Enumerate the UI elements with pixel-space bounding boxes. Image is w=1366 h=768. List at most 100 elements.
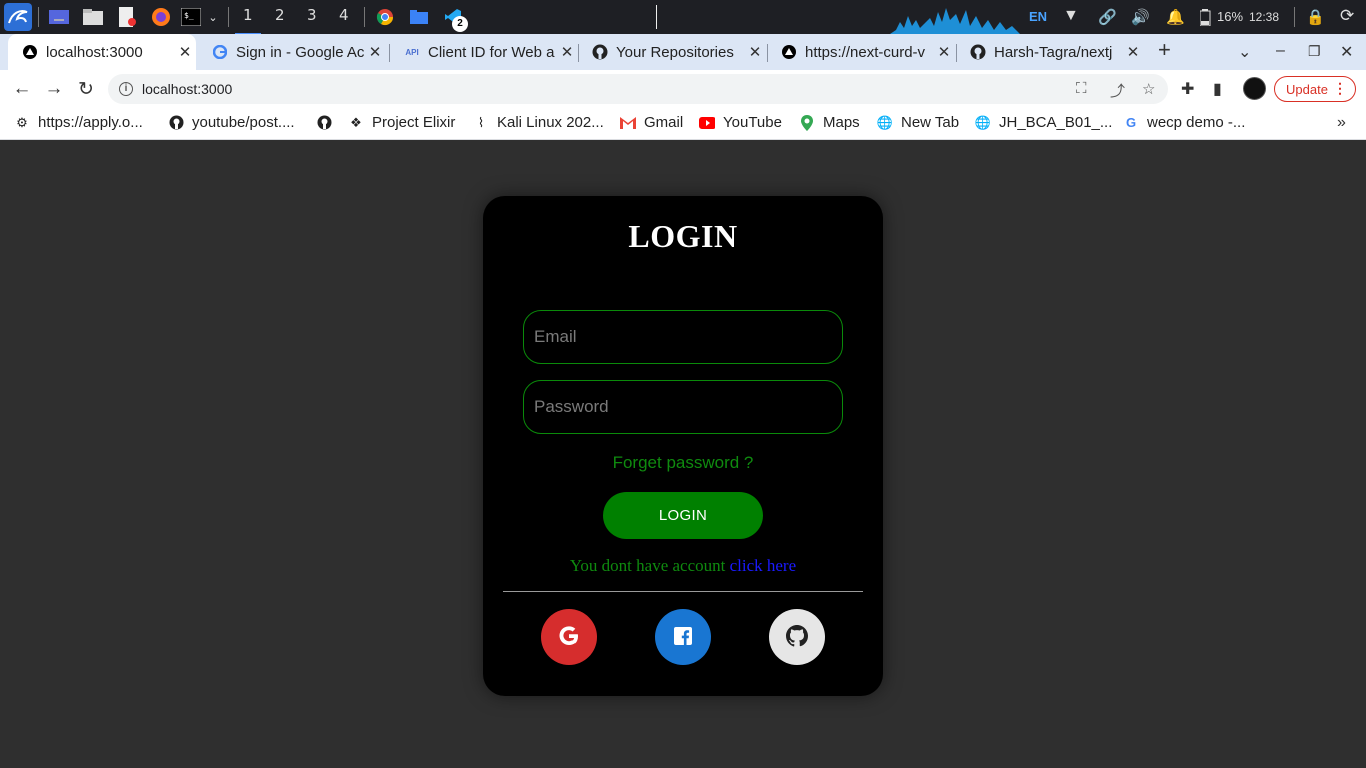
tab-localhost[interactable]: localhost:3000 ✕ xyxy=(8,34,196,70)
site-info-icon[interactable]: i xyxy=(119,82,133,96)
bell-icon[interactable]: 🔔 xyxy=(1166,8,1185,26)
divider xyxy=(503,591,863,592)
bookmark-item[interactable]: 🌐 New Tab xyxy=(877,114,959,131)
tab-harsh-tagra-repo[interactable]: Harsh-Tagra/nextj ✕ xyxy=(956,34,1144,70)
folder-taskbar-icon[interactable] xyxy=(408,5,430,29)
tab-title: Harsh-Tagra/nextj xyxy=(994,43,1113,61)
keyboard-language[interactable]: EN xyxy=(1029,9,1047,24)
tab-client-id[interactable]: API Client ID for Web a ✕ xyxy=(390,34,578,70)
reload-button[interactable]: ↻ xyxy=(74,78,98,100)
kali-icon: ⌇ xyxy=(477,114,485,130)
google-login-button[interactable] xyxy=(541,609,597,665)
kali-menu-icon[interactable] xyxy=(4,3,32,31)
workspace-1[interactable]: 1 xyxy=(235,6,260,35)
power-icon[interactable]: ⟳ xyxy=(1340,6,1354,26)
close-icon[interactable]: ✕ xyxy=(933,43,955,61)
tab-your-repositories[interactable]: Your Repositories ✕ xyxy=(578,34,766,70)
kebab-menu-icon[interactable]: ⋮ xyxy=(1333,80,1347,97)
bookmarks-bar: ⚙ https://apply.o... youtube/post.... ❖ Pr… xyxy=(0,108,1366,140)
bookmark-star-icon[interactable]: ☆ xyxy=(1142,80,1155,98)
bookmarks-overflow-icon[interactable]: » xyxy=(1337,114,1346,132)
battery-icon[interactable] xyxy=(1200,9,1212,26)
bookmark-item[interactable] xyxy=(316,114,340,130)
new-tab-button[interactable]: + xyxy=(1158,37,1171,63)
forgot-password-link[interactable]: Forget password ? xyxy=(483,453,883,473)
bookmark-item[interactable]: ⚙ https://apply.o... xyxy=(14,114,143,131)
desktop-icon[interactable] xyxy=(48,5,70,29)
chevron-down-icon[interactable]: ⌄ xyxy=(206,5,220,29)
update-button[interactable]: Update ⋮ xyxy=(1274,76,1356,102)
password-field[interactable] xyxy=(523,380,843,434)
back-button[interactable]: ← xyxy=(10,78,34,100)
bookmark-item[interactable]: 🌐 JH_BCA_B01_... xyxy=(975,114,1113,131)
bookmark-label: Project Elixir xyxy=(372,114,456,131)
login-card: LOGIN Forget password ? LOGIN You dont h… xyxy=(483,196,883,696)
bookmark-label: youtube/post.... xyxy=(192,114,295,131)
tab-title: https://next-curd-v xyxy=(805,43,926,61)
restore-button[interactable]: ❐ xyxy=(1308,43,1321,60)
close-icon[interactable]: ✕ xyxy=(1122,43,1144,61)
extensions-puzzle-icon[interactable]: ✚ xyxy=(1181,79,1194,99)
facebook-icon xyxy=(673,626,693,649)
forward-button[interactable]: → xyxy=(42,78,66,100)
profile-avatar[interactable] xyxy=(1243,77,1266,100)
tab-title: Client ID for Web a xyxy=(428,43,555,61)
tab-title: Your Repositories xyxy=(616,43,734,61)
google-icon xyxy=(212,44,228,60)
minimize-button[interactable]: – xyxy=(1276,42,1285,60)
bookmark-label: Maps xyxy=(823,114,860,131)
tab-google-signin[interactable]: Sign in - Google Ac ✕ xyxy=(198,34,386,70)
workspace-3[interactable]: 3 xyxy=(307,6,317,24)
share-icon[interactable]: ⤴ xyxy=(1110,80,1125,101)
bookmark-label: JH_BCA_B01_... xyxy=(999,114,1113,131)
github-login-button[interactable] xyxy=(769,609,825,665)
file-manager-icon[interactable] xyxy=(82,5,104,29)
bookmark-label: wecp demo -... xyxy=(1147,114,1246,131)
youtube-icon xyxy=(699,115,715,131)
attachment-icon[interactable]: 🔗 xyxy=(1098,8,1117,26)
facebook-login-button[interactable] xyxy=(655,609,711,665)
side-panel-icon[interactable]: ▮ xyxy=(1213,79,1222,99)
github-icon xyxy=(592,44,608,60)
close-icon[interactable]: ✕ xyxy=(556,43,578,61)
clock[interactable]: 12:38 xyxy=(1249,10,1279,24)
workspace-2[interactable]: 2 xyxy=(275,6,285,24)
tab-next-curd[interactable]: https://next-curd-v ✕ xyxy=(767,34,955,70)
bookmark-label: https://apply.o... xyxy=(38,114,143,131)
close-icon[interactable]: ✕ xyxy=(744,43,766,61)
bookmark-item[interactable]: youtube/post.... xyxy=(168,114,295,131)
update-label: Update xyxy=(1286,81,1328,97)
firefox-icon[interactable] xyxy=(150,5,172,29)
tab-title: Sign in - Google Ac xyxy=(236,43,364,61)
volume-icon[interactable]: 🔊 xyxy=(1131,8,1150,26)
gear-icon: ⚙ xyxy=(16,114,28,130)
bookmark-item[interactable]: YouTube xyxy=(699,114,782,131)
login-button[interactable]: LOGIN xyxy=(603,492,763,539)
bookmark-label: Gmail xyxy=(644,114,684,131)
wifi-icon[interactable]: ▼ xyxy=(1063,7,1079,25)
bookmark-label: Kali Linux 202... xyxy=(497,114,604,131)
close-icon[interactable]: ✕ xyxy=(364,43,386,61)
terminal-icon[interactable]: $_ xyxy=(180,5,202,29)
tab-search-chevron-icon[interactable]: ⌄ xyxy=(1238,42,1251,62)
email-field[interactable] xyxy=(523,310,843,364)
address-bar[interactable]: i localhost:3000 ⛶ ⤴ ☆ xyxy=(108,74,1168,104)
bookmark-item[interactable]: Maps xyxy=(799,114,860,131)
close-window-button[interactable]: ✕ xyxy=(1340,42,1353,62)
login-title: LOGIN xyxy=(628,218,738,254)
workspace-4[interactable]: 4 xyxy=(339,6,349,24)
lock-icon[interactable]: 🔒 xyxy=(1306,8,1325,26)
bookmark-item[interactable]: Gwecp demo -... xyxy=(1123,114,1245,131)
signup-link[interactable]: click here xyxy=(730,556,797,575)
chrome-taskbar-icon[interactable] xyxy=(374,5,396,29)
tab-strip: localhost:3000 ✕ Sign in - Google Ac ✕ A… xyxy=(0,34,1366,70)
github-icon xyxy=(970,44,986,60)
bookmark-item[interactable]: Gmail xyxy=(620,114,683,131)
bookmark-item[interactable]: ⌇ Kali Linux 202... xyxy=(473,114,604,131)
close-icon[interactable]: ✕ xyxy=(174,43,196,61)
notification-badge: 2 xyxy=(452,16,468,32)
bookmark-item[interactable]: ❖ Project Elixir xyxy=(348,114,455,131)
signup-prompt: You dont have account click here xyxy=(483,556,883,576)
translate-icon[interactable]: ⛶ xyxy=(1076,80,1087,97)
text-editor-icon[interactable] xyxy=(116,5,138,29)
